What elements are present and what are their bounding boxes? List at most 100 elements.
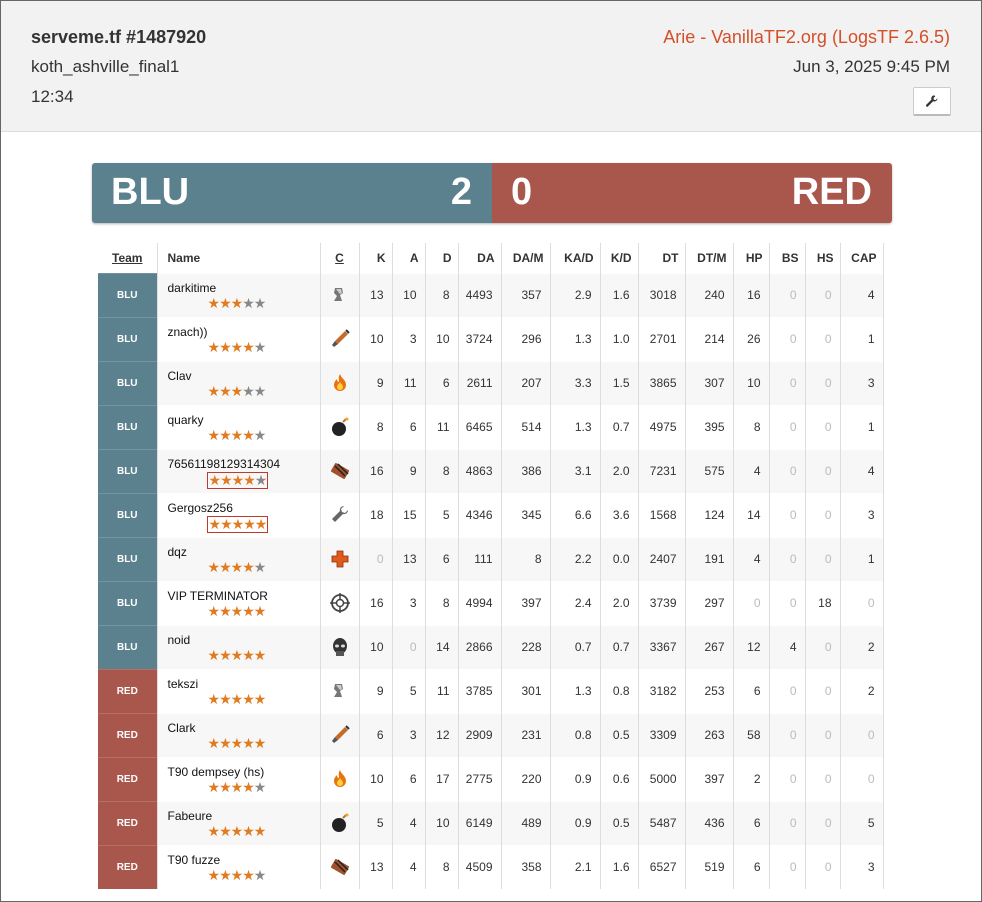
server-name: serveme.tf #1487920 (31, 27, 207, 47)
class-cell (320, 668, 360, 713)
stat-kd: 0.0 (600, 536, 639, 581)
star-icon: ★ (207, 382, 221, 399)
star-icon: ★ (230, 734, 244, 751)
player-rating-stars: ★★★★★ (208, 558, 267, 575)
stat-dam: 228 (501, 624, 551, 669)
star-icon: ★ (207, 426, 221, 443)
stat-bs: 0 (769, 712, 806, 757)
match-duration: 12:34 (31, 87, 74, 106)
class-cell (320, 404, 360, 449)
player-name-link[interactable]: T90 dempsey (hs) (168, 765, 312, 779)
stat-hs: 0 (805, 668, 841, 713)
class-cell (320, 316, 360, 361)
stat-a: 10 (392, 272, 426, 317)
player-name-link[interactable]: noid (168, 633, 312, 647)
column-header-d[interactable]: D (425, 243, 459, 273)
stat-hp: 6 (733, 844, 770, 889)
star-icon: ★ (207, 338, 221, 355)
player-name-link[interactable]: Gergosz256 (168, 501, 312, 515)
player-name-link[interactable]: quarky (168, 413, 312, 427)
player-name-link[interactable]: tekszi (168, 677, 312, 691)
column-header-a[interactable]: A (392, 243, 426, 273)
column-header-class[interactable]: C (320, 243, 360, 273)
column-header-cap[interactable]: CAP (840, 243, 884, 273)
column-header-hp[interactable]: HP (733, 243, 770, 273)
player-name-link[interactable]: dqz (168, 545, 312, 559)
stat-cap: 3 (840, 360, 884, 405)
table-header-row: Team Name C K A D DA DA/M KA/D K/D DT DT/M HP BS HS CAP (98, 243, 884, 273)
star-icon: ★ (207, 866, 221, 883)
stat-bs: 0 (769, 668, 806, 713)
stat-a: 3 (392, 580, 426, 625)
column-header-k[interactable]: K (359, 243, 393, 273)
star-icon: ★ (219, 602, 232, 619)
column-header-name[interactable]: Name (157, 243, 321, 273)
player-name-link[interactable]: Clav (168, 369, 312, 383)
column-header-dam[interactable]: DA/M (501, 243, 551, 273)
star-icon: ★ (230, 558, 244, 575)
star-icon: ★ (219, 558, 232, 575)
star-icon: ★ (207, 294, 221, 311)
stat-dam: 345 (501, 492, 551, 537)
star-icon: ★ (242, 338, 255, 355)
player-name-link[interactable]: Clark (168, 721, 312, 735)
stat-dam: 397 (501, 580, 551, 625)
stat-d: 5 (425, 492, 459, 537)
heavy-class-icon (330, 859, 349, 876)
tools-button[interactable] (913, 87, 951, 116)
uploader-link[interactable]: Arie - VanillaTF2.org (LogsTF 2.6.5) (663, 27, 950, 48)
stat-cap: 2 (840, 668, 884, 713)
star-icon: ★ (253, 778, 267, 795)
stat-k: 16 (359, 448, 393, 493)
red-score-panel: 0 RED (492, 163, 892, 223)
stat-bs: 4 (769, 624, 806, 669)
stat-cap: 1 (840, 316, 884, 361)
stat-kad: 0.7 (550, 624, 601, 669)
star-icon: ★ (243, 471, 256, 488)
player-name-link[interactable]: 76561198129314304 (168, 457, 312, 471)
player-name-link[interactable]: T90 fuzze (168, 853, 312, 867)
team-cell: BLU (98, 624, 158, 669)
class-cell (320, 580, 360, 625)
stat-kad: 3.3 (550, 360, 601, 405)
stat-a: 6 (392, 756, 426, 801)
column-header-kad[interactable]: KA/D (550, 243, 601, 273)
player-name-cell: VIP TERMINATOR ★★★★★ (157, 580, 321, 625)
engineer-class-icon (331, 505, 348, 522)
stat-dtm: 397 (685, 756, 734, 801)
player-name-link[interactable]: VIP TERMINATOR (168, 589, 312, 603)
stat-dtm: 124 (685, 492, 734, 537)
player-rating-stars: ★★★★★ (206, 515, 269, 533)
team-cell: BLU (98, 360, 158, 405)
stat-hs: 0 (805, 272, 841, 317)
star-icon: ★ (207, 602, 221, 619)
star-icon: ★ (253, 822, 267, 839)
table-row: BLU quarky ★★★★★ 8 6 11 6465 514 1.3 0.7 4975 395 8 0… (98, 404, 884, 449)
player-name-link[interactable]: darkitime (168, 281, 312, 295)
column-header-bs[interactable]: BS (769, 243, 806, 273)
player-name-link[interactable]: Fabeure (168, 809, 312, 823)
stat-d: 11 (425, 404, 459, 449)
table-body: BLU darkitime ★★★★★ 13 10 8 4493 357 2.9 1.6 3018 2… (98, 272, 884, 889)
table-row: BLU Gergosz256 ★★★★★ 18 15 5 4346 345 6.6 3.6 1568… (98, 492, 884, 537)
player-rating-stars: ★★★★★ (207, 602, 267, 619)
stat-d: 12 (425, 712, 459, 757)
column-header-dtm[interactable]: DT/M (685, 243, 734, 273)
blu-score-panel: BLU 2 (92, 163, 492, 223)
soldier-class-icon (331, 725, 350, 743)
stat-kd: 1.6 (600, 844, 639, 889)
player-name-link[interactable]: znach)) (168, 325, 312, 339)
medic-class-icon (331, 550, 348, 568)
column-header-da[interactable]: DA (458, 243, 502, 273)
star-icon: ★ (243, 515, 256, 532)
star-icon: ★ (208, 515, 222, 532)
column-header-hs[interactable]: HS (805, 243, 841, 273)
column-header-team[interactable]: Team (98, 243, 158, 273)
stat-dtm: 263 (685, 712, 734, 757)
column-header-dt[interactable]: DT (638, 243, 686, 273)
stat-kd: 1.5 (600, 360, 639, 405)
stat-hp: 16 (733, 272, 770, 317)
stat-a: 6 (392, 404, 426, 449)
stat-k: 10 (359, 624, 393, 669)
column-header-kd[interactable]: K/D (600, 243, 639, 273)
